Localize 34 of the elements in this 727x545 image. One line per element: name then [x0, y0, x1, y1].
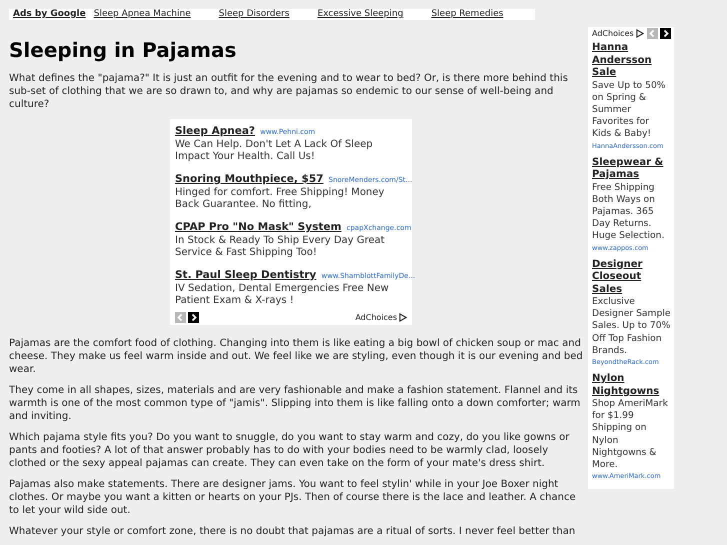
paragraph: Pajamas are the comfort food of clothing. Changing into them is like eating a big bowl of chicken soup or mac and cheese. They make us feel warm inside and out. We feel like we are styling, even though it is our evening and bed wear. [9, 337, 584, 376]
adchoices-label[interactable]: AdChoices [355, 313, 397, 322]
ad-title-link[interactable]: Designer Closeout Sales [592, 258, 671, 296]
ad-title-link[interactable]: St. Paul Sleep Dentistry [175, 269, 316, 281]
ad-text: We Can Help. Don't Let A Lack Of Sleep Impact Your Health. Call Us! [175, 139, 374, 163]
ad-text: IV Sedation, Dental Emergencies Free New Patient Exam & X-rays ! [175, 283, 390, 307]
ad-link[interactable]: Excessive Sleeping [317, 9, 404, 20]
ad-title-link[interactable]: Sleepwear & Pajamas [592, 156, 671, 182]
ad-title-link[interactable]: CPAP Pro "No Mask" System [175, 221, 342, 233]
ad-text: Hinged for comfort. Free Shipping! Money Back Guarantee. No fitting, [175, 187, 386, 211]
ad-text: Shop AmeriMark for $1.99 Shipping on Nylon Nightgowns & More. [592, 398, 669, 472]
ads-by-google-link[interactable]: Ads by Google [13, 9, 86, 20]
ad-title-link[interactable]: Hanna Andersson Sale [592, 42, 671, 80]
ad-text: Exclusive Designer Sample Sales. Up to 70% Off Top Fashion Brands. [592, 296, 671, 358]
ad-link[interactable]: Sleep Remedies [431, 9, 504, 20]
ad-title-link[interactable]: Nylon Nightgowns [592, 373, 671, 398]
paragraph: They come in all shapes, sizes, materials and are very fashionable and make a fashion statement. Flannel and its warmth is one of the most common type of "jamis". Slipping into them is like falling onto a down comforter; warm and inviting. [9, 384, 582, 423]
paragraph: What defines the "pajama?" It is just an outfit for the evening and to wear to bed? Or, is there more behind this sub-set of clothing that we are so drawn to, and why are pajamas so endemic to our sense of well-being and culture? [9, 72, 569, 111]
next-icon[interactable] [188, 312, 199, 323]
ad-text: In Stock & Ready To Ship Every Day Great Service & Fast Shipping Too! [175, 235, 386, 259]
next-icon[interactable] [660, 28, 671, 39]
adchoices-label[interactable]: AdChoices [592, 29, 634, 38]
page-title: Sleeping in Pajamas [9, 38, 238, 62]
ad-link[interactable]: Sleep Apnea Machine [94, 9, 191, 20]
paragraph: Which pajama style fits you? Do you want to snuggle, do you want to stay warm and cozy, do you like gowns or pants and footies? A lot of that answer probably has to do with your bodies need to be warmly clad, loosely clothed or the sexy appeal pajamas can create. They can even take on the form of your mate's dress shirt. [9, 431, 570, 470]
paragraph: Pajamas also make statements. There are designer jams. You want to feel stylin' while in your Joe Boxer night clothes. Or maybe you want a kitten or hearts on your PJs. Then of course there is the lace and leather. A chance to let your wild side out. [9, 478, 577, 517]
ad-link[interactable]: Sleep Disorders [218, 9, 290, 20]
ad-title-link[interactable]: Sleep Apnea? [175, 125, 255, 137]
ad-text: Free Shipping Both Ways on Pajamas. 365 Day Returns. Huge Selection. [592, 182, 666, 243]
ad-title-link[interactable]: Snoring Mouthpiece, $57 [175, 173, 324, 185]
paragraph: Whatever your style or comfort zone, there is no doubt that pajamas are a ritual of sorts. I never feel better than [9, 525, 576, 538]
play-icon [399, 313, 407, 322]
play-icon [636, 29, 644, 38]
ad-text: Save Up to 50% on Spring & Summer Favorites for Kids & Baby! [592, 80, 667, 141]
